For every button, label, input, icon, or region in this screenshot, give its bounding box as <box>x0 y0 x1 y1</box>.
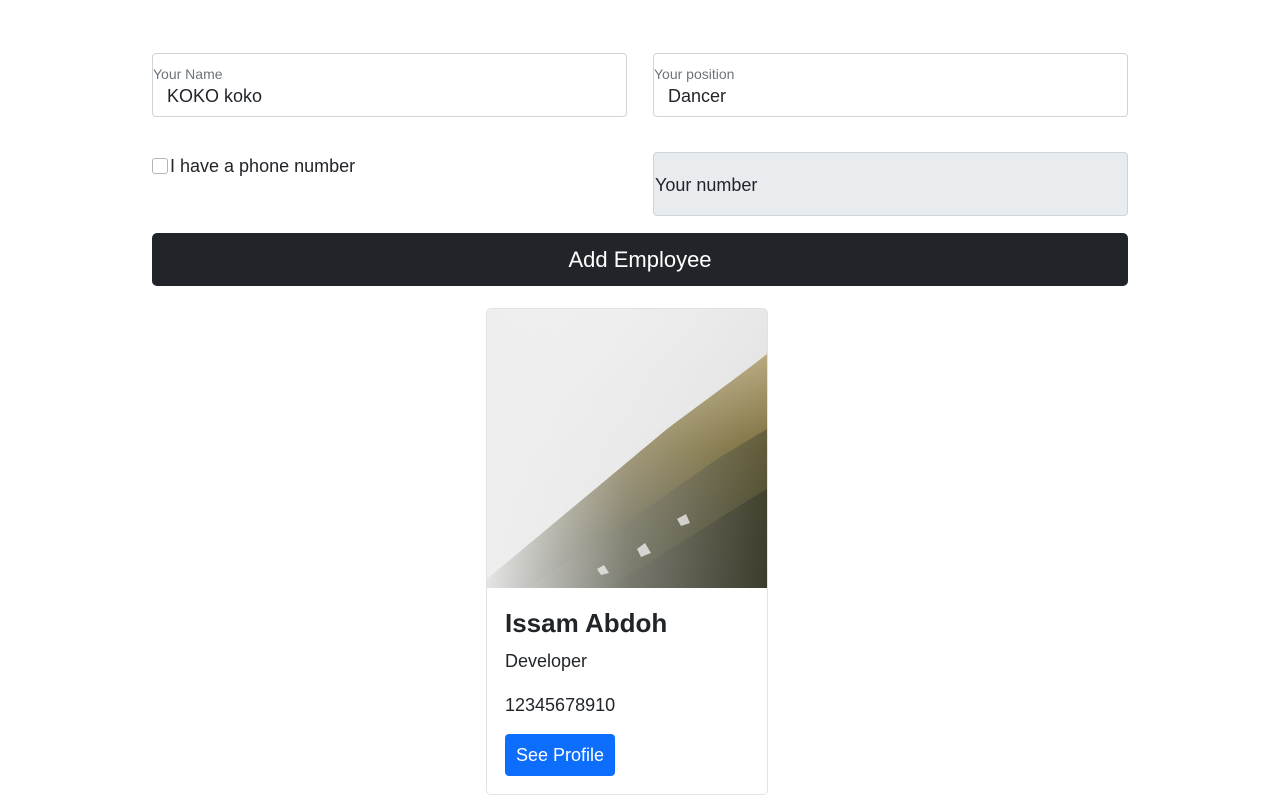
see-profile-button[interactable]: See Profile <box>505 734 615 776</box>
employee-card: Issam Abdoh Developer 12345678910 See Pr… <box>486 308 768 795</box>
add-employee-button[interactable]: Add Employee <box>152 233 1128 286</box>
position-field-label: Your position <box>654 66 735 82</box>
position-field-value: Dancer <box>668 86 727 106</box>
name-field-label: Your Name <box>153 66 223 82</box>
phone-number-field: Your number <box>653 152 1128 216</box>
employee-phone: 12345678910 <box>505 695 616 715</box>
phone-checkbox-group: I have a phone number <box>152 155 355 177</box>
employee-name: Issam Abdoh <box>505 608 668 638</box>
name-field-value: KOKO koko <box>167 86 263 106</box>
phone-checkbox[interactable] <box>152 158 168 174</box>
name-field[interactable]: Your Name KOKO koko <box>152 53 627 117</box>
employee-photo <box>487 309 767 588</box>
position-field[interactable]: Your position Dancer <box>653 53 1128 117</box>
phone-checkbox-label[interactable]: I have a phone number <box>170 155 355 177</box>
employee-position: Developer <box>505 651 588 671</box>
phone-number-placeholder: Your number <box>655 175 758 195</box>
